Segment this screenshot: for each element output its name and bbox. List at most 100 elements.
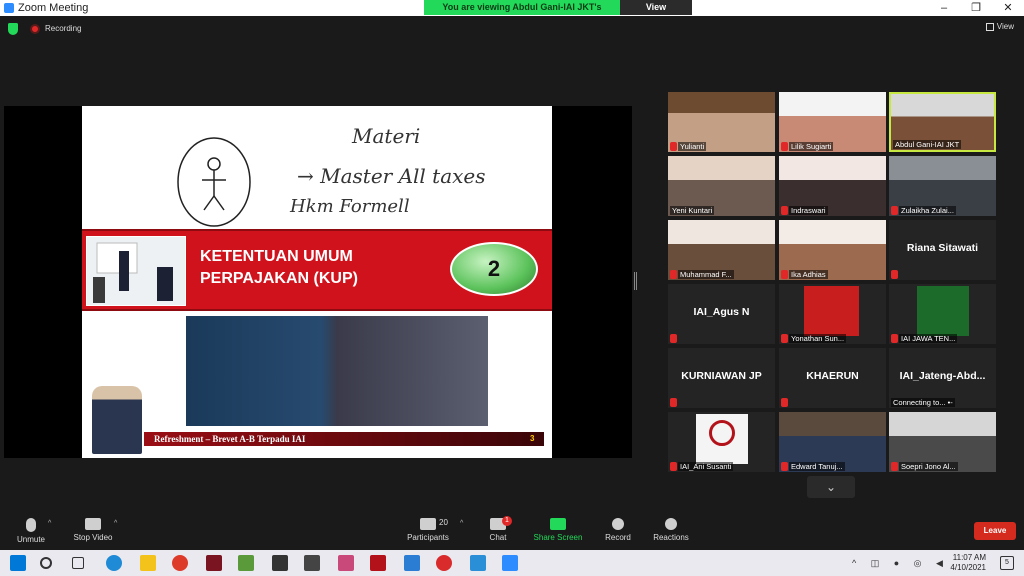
participant-display-name: KHAERUN: [806, 370, 859, 382]
gallery-scroll-down-button[interactable]: ⌄: [807, 476, 855, 498]
participant-display-name: IAI_Agus N: [693, 306, 750, 318]
participant-tile[interactable]: IAI_Ani Susanti: [668, 412, 775, 472]
view-options-button[interactable]: View Options ⌄: [620, 0, 692, 27]
chapter-number-badge: 2: [450, 242, 538, 296]
participant-tile[interactable]: Lilik Sugiarti: [779, 92, 886, 152]
zoom-logo-icon: [4, 3, 14, 13]
mic-muted-icon: [891, 334, 898, 343]
emoji-icon: [665, 518, 677, 530]
participant-tile[interactable]: IAI JAWA TEN...: [889, 284, 996, 344]
record-label: Record: [605, 533, 631, 542]
mic-muted-icon: [781, 270, 788, 279]
participant-name: Lilik Sugiarti: [789, 142, 834, 151]
participant-name: IAI JAWA TEN...: [899, 334, 958, 343]
handwriting-master-all-taxes: → Master All taxes: [297, 164, 486, 188]
stop-video-label: Stop Video: [73, 533, 113, 542]
record-button[interactable]: Record: [602, 518, 634, 542]
participants-label: Participants: [407, 533, 449, 542]
recording-icon: [30, 24, 40, 34]
file-explorer-icon[interactable]: [140, 555, 156, 571]
meeting-toolbar: Unmute ^ Stop Video ^ Participants 20 ^ …: [0, 514, 1024, 550]
camera-icon: [85, 518, 101, 530]
participant-tile[interactable]: IAI_Agus N: [668, 284, 775, 344]
unmute-button[interactable]: Unmute: [14, 518, 48, 544]
view-label: View: [996, 22, 1014, 31]
audio-options-caret-icon[interactable]: ^: [48, 520, 51, 527]
viewing-banner: You are viewing Abdul Gani-IAI JKT's scr…: [424, 0, 692, 27]
handwriting-hkm-formell: Hkm Formell: [290, 196, 410, 217]
participant-tile[interactable]: KURNIAWAN JP: [668, 348, 775, 408]
participant-tile[interactable]: KHAERUN: [779, 348, 886, 408]
profile-picture: [804, 286, 859, 336]
slide-title: KETENTUAN UMUM PERPAJAKAN (KUP): [200, 246, 358, 290]
notification-center-icon[interactable]: 5: [1000, 556, 1014, 570]
windows-start-icon[interactable]: [10, 555, 26, 571]
participants-icon: [420, 518, 436, 530]
recording-label: Recording: [45, 24, 82, 33]
window-controls: – ❐ ✕: [928, 0, 1024, 16]
leave-button[interactable]: Leave: [974, 522, 1016, 540]
slide-page-number: 3: [530, 434, 535, 443]
profile-picture: [917, 286, 969, 336]
splitter-handle[interactable]: [634, 272, 637, 290]
maximize-button[interactable]: ❐: [960, 0, 992, 16]
participant-name: Edward Tanuj...: [789, 462, 845, 471]
search-icon[interactable]: [40, 557, 52, 569]
solitaire-icon[interactable]: [272, 555, 288, 571]
photos-icon[interactable]: [470, 555, 486, 571]
zoom-taskbar-icon[interactable]: [502, 555, 518, 571]
participant-name: Muhammad F...: [678, 270, 734, 279]
reactions-button[interactable]: Reactions: [652, 518, 690, 542]
task-view-icon[interactable]: [72, 557, 84, 569]
participant-display-name: IAI_Jateng-Abd...: [899, 370, 986, 382]
participants-options-caret-icon[interactable]: ^: [460, 520, 463, 527]
mic-muted-icon: [670, 334, 677, 343]
word-icon[interactable]: [404, 555, 420, 571]
participant-tile[interactable]: Edward Tanuj...: [779, 412, 886, 472]
app-icon[interactable]: [206, 555, 222, 571]
mic-muted-icon: [891, 462, 898, 471]
participant-name: IAI_Ani Susanti: [678, 462, 734, 471]
mic-muted-icon: [670, 270, 677, 279]
clock[interactable]: 11:07 AM 4/10/2021: [950, 553, 986, 573]
participant-tile[interactable]: Riana Sitawati: [889, 220, 996, 280]
store-icon[interactable]: [304, 555, 320, 571]
chat-label: Chat: [489, 533, 507, 542]
stick-figure-drawing: [177, 137, 251, 227]
edge-browser-icon[interactable]: [106, 555, 122, 571]
screen-recorder-icon[interactable]: [436, 555, 452, 571]
minimize-button[interactable]: –: [928, 0, 960, 16]
participant-name: Indraswari: [789, 206, 828, 215]
participant-tile[interactable]: Ika Adhias: [779, 220, 886, 280]
participant-tile[interactable]: Soepri Jono Al...: [889, 412, 996, 472]
slide-title-line-2: PERPAJAKAN (KUP): [200, 270, 358, 287]
close-button[interactable]: ✕: [992, 0, 1024, 16]
view-button[interactable]: View: [985, 22, 1014, 31]
stop-video-button[interactable]: Stop Video: [70, 518, 116, 542]
snipping-tool-icon[interactable]: [338, 555, 354, 571]
system-tray-icons[interactable]: ^ ◫ ● ◎ ◀: [852, 558, 949, 569]
clock-time: 11:07 AM: [952, 553, 986, 562]
participant-tile[interactable]: Indraswari: [779, 156, 886, 216]
participants-count: 20: [439, 518, 448, 527]
app-icon[interactable]: [370, 555, 386, 571]
mic-muted-icon: [891, 206, 898, 215]
window-title: Zoom Meeting: [18, 2, 89, 14]
chat-unread-badge: 1: [502, 516, 512, 526]
participant-tile[interactable]: Yulianti: [668, 92, 775, 152]
meeting-photo: [86, 236, 186, 306]
participant-tile[interactable]: Zulaikha Zulai...: [889, 156, 996, 216]
share-screen-button[interactable]: Share Screen: [532, 518, 584, 542]
security-shield-icon[interactable]: [8, 23, 18, 35]
participant-tile[interactable]: Muhammad F...: [668, 220, 775, 280]
minecraft-icon[interactable]: [238, 555, 254, 571]
participant-tile-active-speaker[interactable]: Abdul Gani-IAI JKT: [889, 92, 996, 152]
video-options-caret-icon[interactable]: ^: [114, 520, 117, 527]
presentation-slide: Materi → Master All taxes Hkm Formell KE…: [82, 106, 552, 458]
participant-tile[interactable]: Yonathan Sun...: [779, 284, 886, 344]
chrome-icon[interactable]: [172, 555, 188, 571]
participant-tile[interactable]: IAI_Jateng-Abd... Connecting to... •-: [889, 348, 996, 408]
clock-date: 4/10/2021: [950, 563, 986, 572]
mic-muted-icon: [781, 206, 788, 215]
participant-tile[interactable]: Yeni Kuntari: [668, 156, 775, 216]
